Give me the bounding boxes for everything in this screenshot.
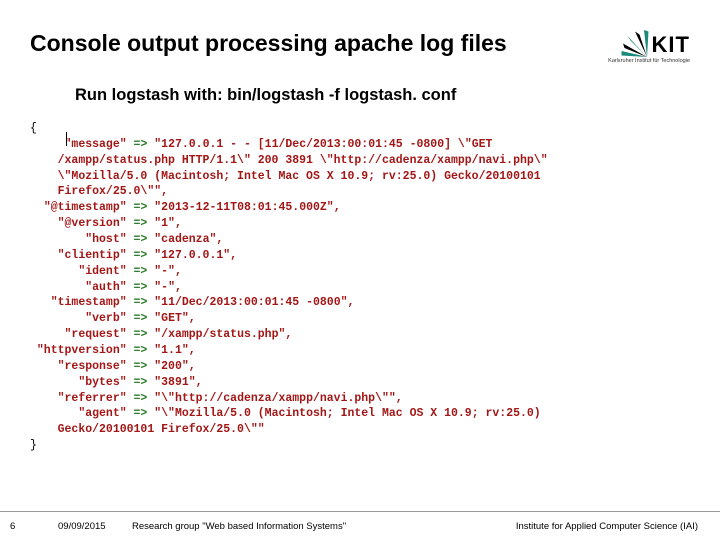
footer-group: Research group "Web based Information Sy… [132, 521, 346, 532]
footer-institute: Institute for Applied Computer Science (… [516, 521, 698, 532]
logo-subtitle: Karlsruher Institut für Technologie [608, 58, 690, 64]
page-number: 6 [10, 521, 15, 532]
kit-logo: KIT Karlsruher Institut für Technologie [608, 30, 690, 64]
fan-icon [620, 30, 650, 60]
slide-footer: 6 09/09/2015 Research group "Web based I… [0, 512, 720, 540]
subtitle: Run logstash with: bin/logstash -f logst… [75, 86, 690, 105]
text-cursor [66, 132, 67, 146]
logo-text: KIT [652, 32, 690, 58]
console-output: { "message" => "127.0.0.1 - - [11/Dec/20… [30, 121, 690, 454]
page-title: Console output processing apache log fil… [30, 30, 507, 57]
footer-date: 09/09/2015 [58, 521, 106, 532]
